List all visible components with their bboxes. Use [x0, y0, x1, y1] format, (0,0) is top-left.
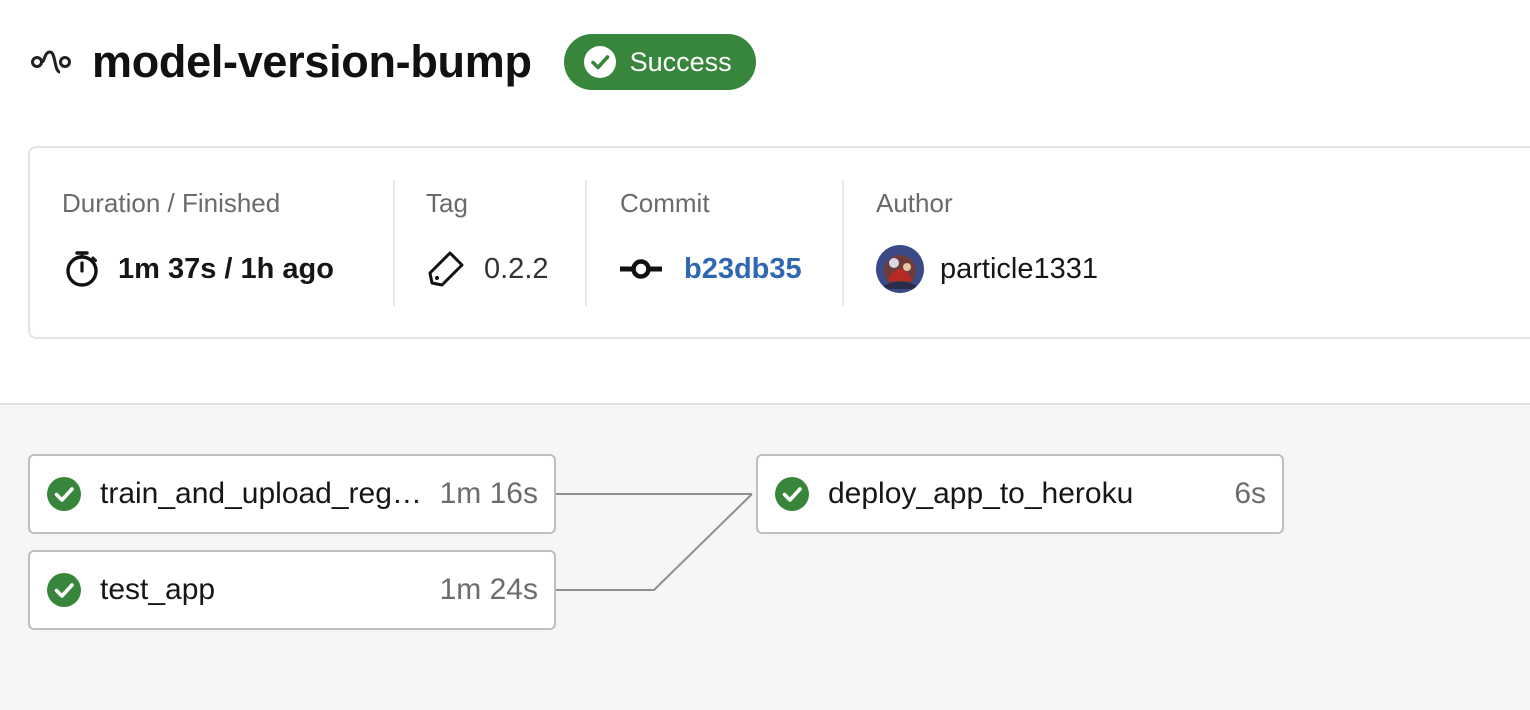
duration-label: Duration / Finished — [62, 188, 281, 218]
workflow-info-card: Duration / Finished 1m 37s / 1h ago Tag — [28, 146, 1530, 339]
job-duration: 1m 24s — [439, 573, 538, 606]
author-label: Author — [876, 188, 953, 218]
author-name[interactable]: particle1331 — [940, 253, 1098, 286]
job-duration: 1m 16s — [439, 477, 538, 510]
commit-link[interactable]: b23db35 — [684, 253, 802, 286]
divider — [842, 180, 844, 306]
check-circle-icon — [47, 477, 81, 511]
commit-label: Commit — [620, 188, 710, 218]
author-value-row: particle1331 — [876, 245, 1098, 293]
workflow-icon — [30, 47, 74, 77]
status-label: Success — [629, 46, 732, 77]
workflow-header: model-version-bump Success — [30, 32, 756, 92]
duration-value: 1m 37s / 1h ago — [118, 252, 334, 285]
stopwatch-icon — [62, 249, 102, 289]
commit-value-row: b23db35 — [620, 246, 802, 292]
job-card[interactable]: deploy_app_to_heroku 6s — [756, 454, 1284, 534]
job-name: train_and_upload_reg… — [100, 477, 422, 510]
tag-icon — [426, 249, 466, 289]
avatar[interactable] — [876, 245, 924, 293]
status-badge: Success — [563, 34, 756, 90]
check-circle-icon — [775, 477, 809, 511]
divider — [393, 180, 395, 306]
duration-value-row: 1m 37s / 1h ago — [62, 246, 334, 292]
commit-icon — [620, 257, 662, 281]
pipeline-graph: train_and_upload_reg… 1m 16s test_app 1m… — [0, 403, 1530, 710]
workflow-title: model-version-bump — [92, 36, 532, 87]
check-circle-icon — [47, 573, 81, 607]
job-name: test_app — [100, 573, 216, 606]
job-duration: 6s — [1234, 477, 1266, 510]
check-circle-icon — [583, 46, 616, 78]
job-card[interactable]: test_app 1m 24s — [28, 550, 556, 630]
tag-value: 0.2.2 — [484, 252, 549, 285]
tag-label: Tag — [426, 188, 468, 218]
tag-value-row: 0.2.2 — [426, 246, 549, 292]
divider — [585, 180, 587, 306]
job-name: deploy_app_to_heroku — [828, 477, 1134, 510]
job-card[interactable]: train_and_upload_reg… 1m 16s — [28, 454, 556, 534]
